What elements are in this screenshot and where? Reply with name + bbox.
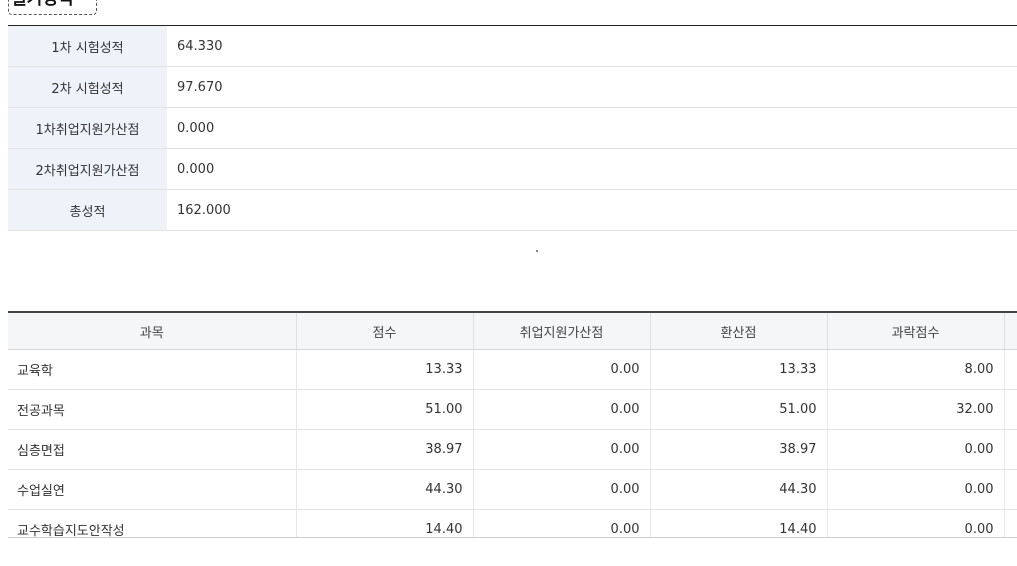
- header-subject[interactable]: 과목: [8, 313, 297, 350]
- separator-dot: [536, 250, 538, 252]
- summary-table: 1차 시험성적 64.330 2차 시험성적 97.670 1차취업지원가산점 …: [8, 26, 1017, 231]
- subject-cell: 전공과목: [8, 389, 297, 430]
- summary-label: 총성적: [8, 189, 167, 231]
- converted-cell: 38.97: [650, 429, 828, 470]
- cutoff-cell: 8.00: [827, 349, 1005, 390]
- score-cell: 14.40: [296, 509, 474, 537]
- spacer-cell: [1004, 349, 1017, 390]
- spacer-cell: [1004, 389, 1017, 430]
- header-converted[interactable]: 환산점: [650, 313, 828, 350]
- summary-row: 총성적 162.000: [8, 189, 1017, 231]
- cutoff-cell: 0.00: [827, 509, 1005, 537]
- spacer-cell: [1004, 429, 1017, 470]
- bonus-cell: 0.00: [473, 469, 651, 510]
- converted-cell: 13.33: [650, 349, 828, 390]
- bonus-cell: 0.00: [473, 509, 651, 537]
- converted-cell: 44.30: [650, 469, 828, 510]
- summary-label: 2차취업지원가산점: [8, 148, 167, 190]
- summary-row: 2차취업지원가산점 0.000: [8, 148, 1017, 190]
- summary-row: 2차 시험성적 97.670: [8, 66, 1017, 108]
- score-grid-header: 과목 점수 취업지원가산점 환산점 과락점수: [8, 313, 1017, 350]
- cutoff-cell: 32.00: [827, 389, 1005, 430]
- bonus-cell: 0.00: [473, 349, 651, 390]
- bonus-cell: 0.00: [473, 389, 651, 430]
- subject-cell: 수업실연: [8, 469, 297, 510]
- cutoff-cell: 0.00: [827, 429, 1005, 470]
- header-score[interactable]: 점수: [296, 313, 474, 350]
- subject-cell: 교수학습지도안작성: [8, 509, 297, 537]
- converted-cell: 14.40: [650, 509, 828, 537]
- summary-label: 2차 시험성적: [8, 66, 167, 108]
- header-spacer: [1004, 313, 1017, 350]
- spacer-cell: [1004, 469, 1017, 510]
- summary-row: 1차 시험성적 64.330: [8, 26, 1017, 67]
- section-title: 필기성적: [8, 0, 97, 15]
- score-cell: 38.97: [296, 429, 474, 470]
- summary-value: 64.330: [167, 26, 1017, 67]
- score-grid: 과목 점수 취업지원가산점 환산점 과락점수 교육학 13.33 0.00 13…: [8, 313, 1017, 537]
- score-grid-scroll-area[interactable]: 과목 점수 취업지원가산점 환산점 과락점수 교육학 13.33 0.00 13…: [8, 311, 1017, 538]
- table-row[interactable]: 교육학 13.33 0.00 13.33 8.00: [8, 349, 1017, 390]
- subject-cell: 교육학: [8, 349, 297, 390]
- header-bonus[interactable]: 취업지원가산점: [473, 313, 651, 350]
- score-cell: 51.00: [296, 389, 474, 430]
- converted-cell: 51.00: [650, 389, 828, 430]
- bonus-cell: 0.00: [473, 429, 651, 470]
- cutoff-cell: 0.00: [827, 469, 1005, 510]
- table-row[interactable]: 교수학습지도안작성 14.40 0.00 14.40 0.00: [8, 509, 1017, 537]
- summary-value: 97.670: [167, 66, 1017, 108]
- summary-value: 0.000: [167, 107, 1017, 149]
- table-row[interactable]: 수업실연 44.30 0.00 44.30 0.00: [8, 469, 1017, 510]
- table-row[interactable]: 전공과목 51.00 0.00 51.00 32.00: [8, 389, 1017, 430]
- summary-value: 0.000: [167, 148, 1017, 190]
- summary-label: 1차취업지원가산점: [8, 107, 167, 149]
- score-cell: 13.33: [296, 349, 474, 390]
- spacer-cell: [1004, 509, 1017, 537]
- header-cutoff[interactable]: 과락점수: [827, 313, 1005, 350]
- summary-value: 162.000: [167, 189, 1017, 231]
- summary-label: 1차 시험성적: [8, 26, 167, 67]
- subject-cell: 심층면접: [8, 429, 297, 470]
- table-row[interactable]: 심층면접 38.97 0.00 38.97 0.00: [8, 429, 1017, 470]
- summary-row: 1차취업지원가산점 0.000: [8, 107, 1017, 149]
- score-cell: 44.30: [296, 469, 474, 510]
